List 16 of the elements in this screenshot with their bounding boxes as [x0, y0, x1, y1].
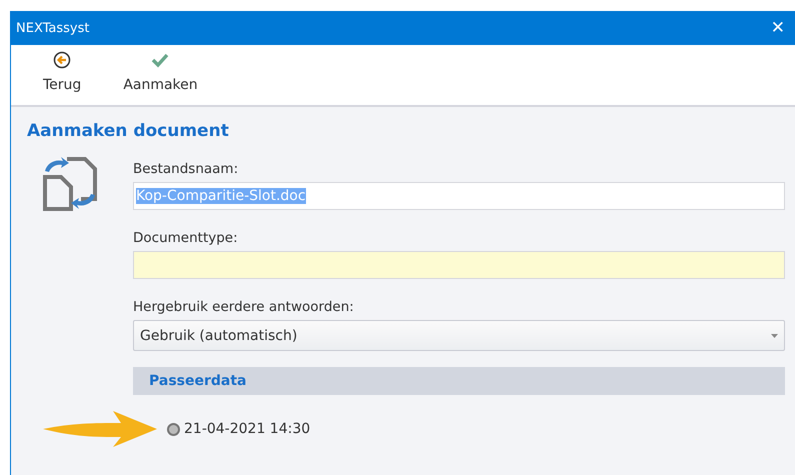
field-label: Documenttype:	[133, 230, 239, 246]
dropdown[interactable]: Gebruik (automatisch)	[133, 320, 785, 351]
close-button[interactable]: ✕	[766, 18, 789, 38]
section-header: Passeerdata	[133, 367, 785, 395]
field-label: Hergebruik eerdere antwoorden:	[133, 299, 355, 315]
document-sync-icon	[41, 155, 99, 213]
input-field[interactable]	[133, 251, 785, 279]
page-heading: Aanmaken document	[27, 121, 230, 141]
toolbar-button[interactable]: Terug	[41, 45, 84, 93]
radio-label: 21-04-2021 14:30	[184, 421, 310, 437]
caret-icon	[771, 334, 778, 338]
radio-button[interactable]	[167, 422, 180, 436]
field-label: Bestandsnaam:	[133, 161, 240, 177]
toolbar-button[interactable]: Aanmaken	[121, 45, 200, 93]
checkmark-icon	[151, 51, 170, 69]
window-title: NEXTassyst	[16, 20, 90, 36]
